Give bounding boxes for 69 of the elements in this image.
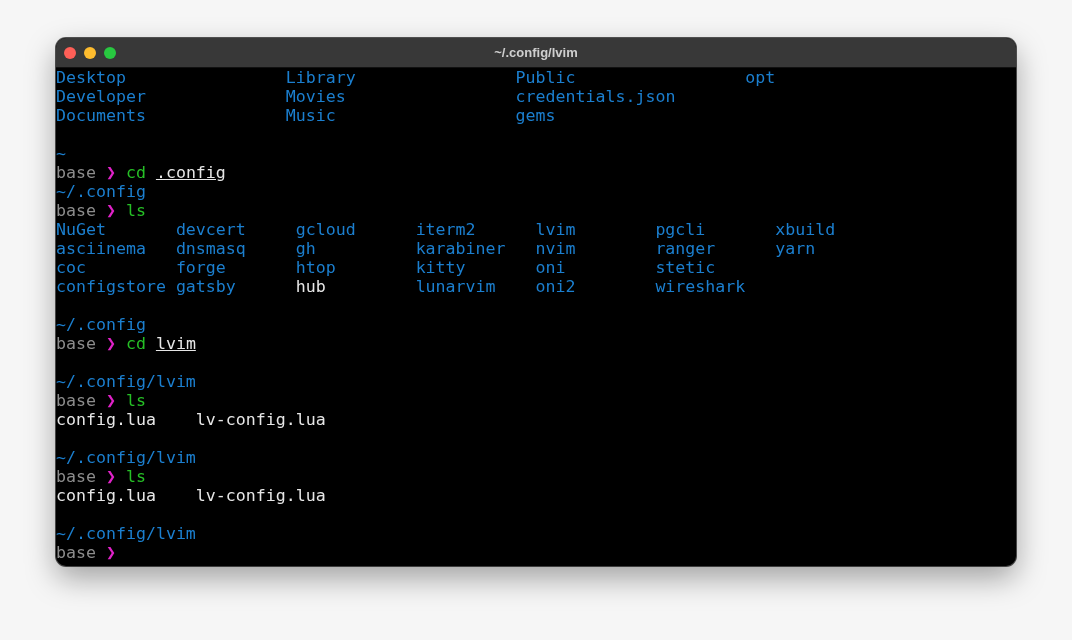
directory-name: iterm2 bbox=[415, 220, 476, 239]
minimize-button[interactable] bbox=[84, 47, 96, 59]
directory-name: dnsmasq bbox=[175, 239, 246, 258]
directory-name: yarn bbox=[775, 239, 816, 258]
directory-name: kitty bbox=[415, 258, 466, 277]
directory-name: Documents bbox=[56, 106, 146, 125]
close-button[interactable] bbox=[64, 47, 76, 59]
directory-name: credentials.json bbox=[515, 87, 676, 106]
file-name: lv-config.lua bbox=[195, 410, 326, 429]
file-name: lv-config.lua bbox=[195, 486, 326, 505]
prompt-symbol: ❯ bbox=[105, 391, 116, 410]
prompt-symbol: ❯ bbox=[105, 334, 116, 353]
prompt-user: base bbox=[56, 391, 96, 410]
prompt-symbol: ❯ bbox=[105, 543, 116, 562]
command-text: ls bbox=[125, 201, 146, 220]
directory-name: lvim bbox=[535, 220, 576, 239]
directory-name: gems bbox=[515, 106, 556, 125]
prompt-user: base bbox=[56, 334, 96, 353]
prompt-user: base bbox=[56, 467, 96, 486]
directory-name: karabiner bbox=[415, 239, 506, 258]
path-text: ~/.config bbox=[56, 315, 146, 334]
directory-name: gatsby bbox=[175, 277, 236, 296]
directory-name: asciinema bbox=[56, 239, 146, 258]
prompt-user: base bbox=[56, 543, 96, 562]
directory-name: nvim bbox=[535, 239, 576, 258]
argument-text: lvim bbox=[155, 334, 196, 353]
path-text: ~ bbox=[56, 144, 66, 163]
directory-name: devcert bbox=[175, 220, 246, 239]
prompt-symbol: ❯ bbox=[105, 163, 116, 182]
path-text: ~/.config bbox=[56, 182, 146, 201]
directory-name: Developer bbox=[56, 87, 146, 106]
directory-name: Library bbox=[285, 68, 356, 87]
directory-name: xbuild bbox=[775, 220, 836, 239]
command-text: ls bbox=[125, 391, 146, 410]
directory-name: configstore bbox=[56, 277, 166, 296]
directory-name: wireshark bbox=[655, 277, 746, 296]
directory-name: stetic bbox=[655, 258, 716, 277]
directory-name: Movies bbox=[285, 87, 346, 106]
command-text: ls bbox=[125, 467, 146, 486]
prompt-user: base bbox=[56, 163, 96, 182]
prompt-symbol: ❯ bbox=[105, 467, 116, 486]
directory-name: coc bbox=[56, 258, 86, 277]
zoom-button[interactable] bbox=[104, 47, 116, 59]
directory-name: oni2 bbox=[535, 277, 576, 296]
directory-name: pgcli bbox=[655, 220, 706, 239]
directory-name: NuGet bbox=[56, 220, 106, 239]
directory-name: ranger bbox=[655, 239, 716, 258]
file-name: config.lua bbox=[56, 410, 156, 429]
file-name: hub bbox=[295, 277, 326, 296]
directory-name: htop bbox=[295, 258, 336, 277]
directory-name: gh bbox=[295, 239, 316, 258]
prompt-user: base bbox=[56, 201, 96, 220]
window-title: ~/.config/lvim bbox=[494, 45, 578, 60]
prompt-symbol: ❯ bbox=[105, 201, 116, 220]
file-name: config.lua bbox=[56, 486, 156, 505]
path-text: ~/.config/lvim bbox=[56, 448, 196, 467]
directory-name: lunarvim bbox=[415, 277, 496, 296]
directory-name: Public bbox=[515, 68, 576, 87]
directory-name: gcloud bbox=[295, 220, 356, 239]
path-text: ~/.config/lvim bbox=[56, 524, 196, 543]
directory-name: opt bbox=[745, 68, 776, 87]
directory-name: oni bbox=[535, 258, 566, 277]
command-text: cd bbox=[125, 163, 146, 182]
path-text: ~/.config/lvim bbox=[56, 372, 196, 391]
directory-name: Music bbox=[285, 106, 336, 125]
directory-name: forge bbox=[175, 258, 226, 277]
command-text: cd bbox=[125, 334, 146, 353]
directory-name: Desktop bbox=[56, 68, 126, 87]
argument-text: .config bbox=[155, 163, 226, 182]
